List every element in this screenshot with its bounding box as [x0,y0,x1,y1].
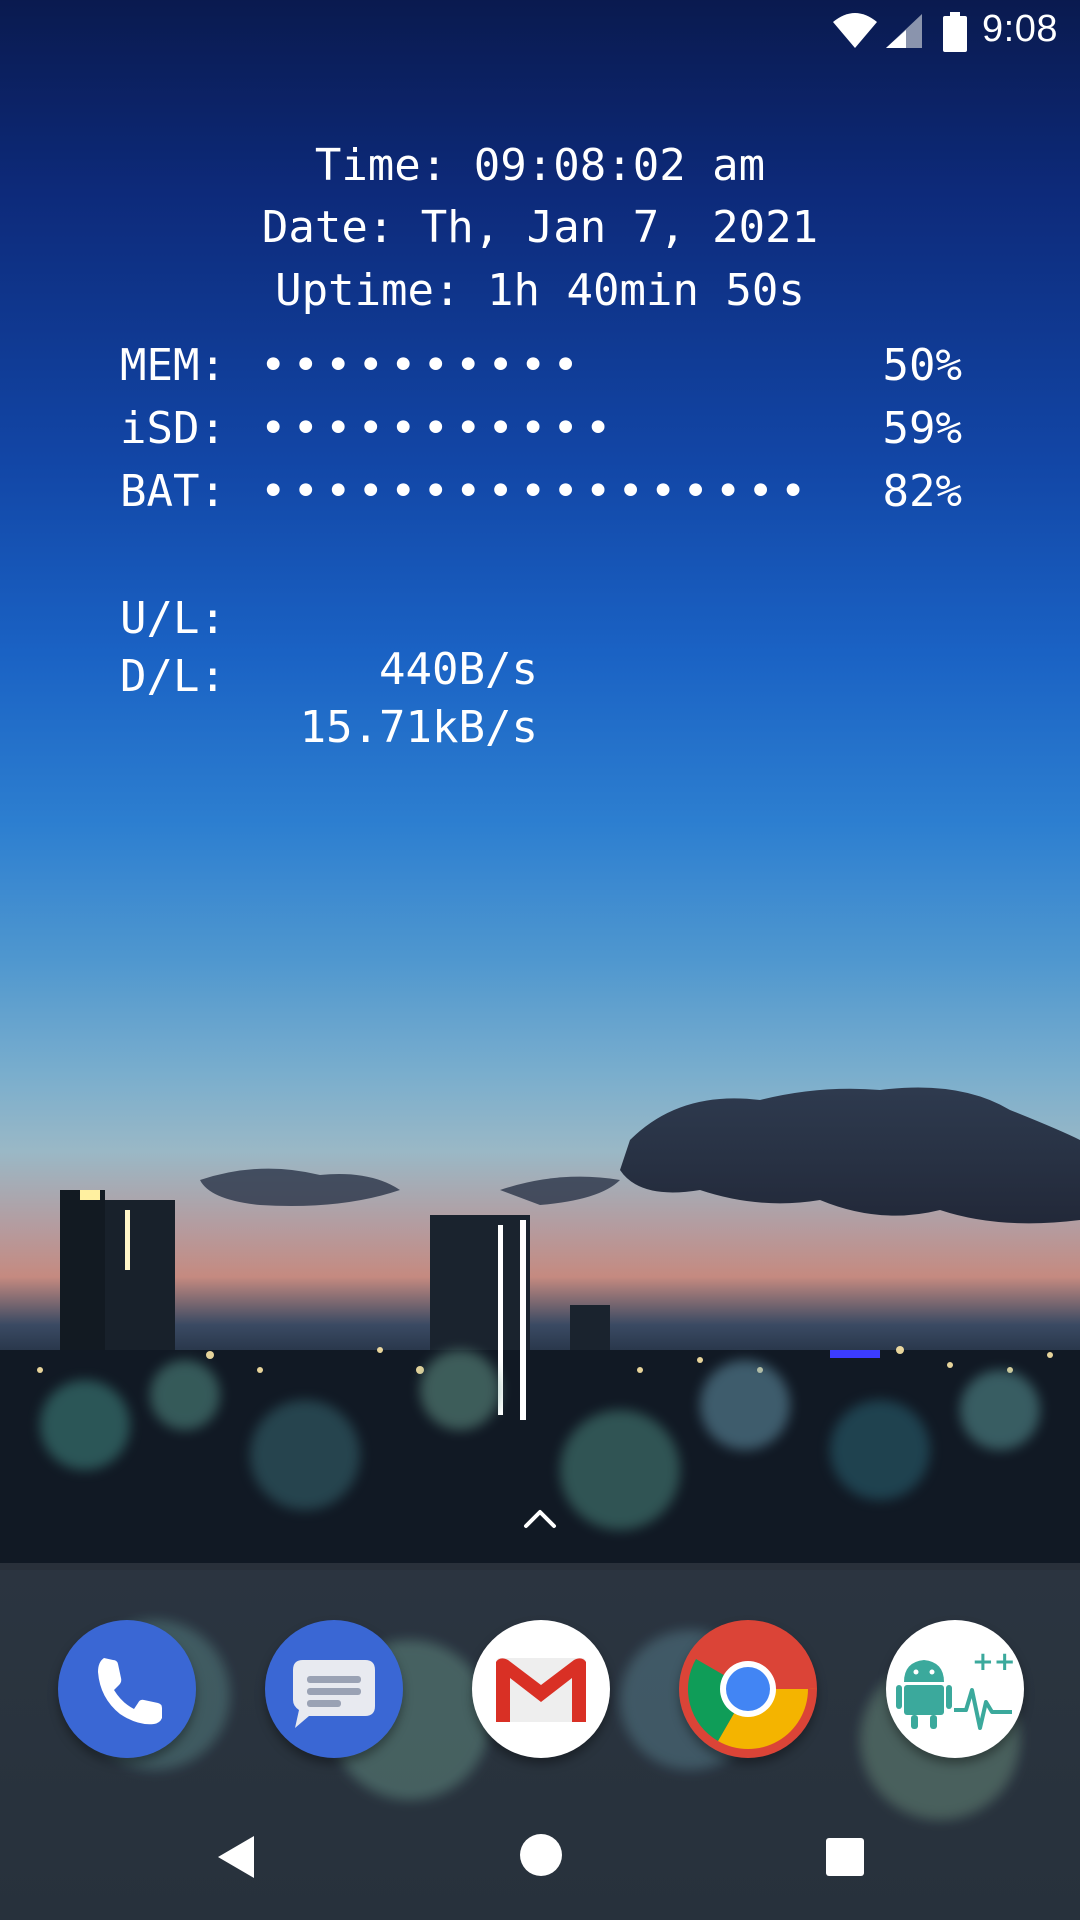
home-screen: 9:08 Time: 09:08:02 am Date: Th, Jan 7, … [0,0,1080,1920]
phone-app-icon[interactable] [58,1620,196,1758]
upload-row: U/L: 440B/s [120,542,620,695]
storage-percent: 59% [882,403,962,454]
wifi-icon [833,13,877,48]
time-readout: Time: 09:08:02 am [314,140,766,191]
system-monitor-app-icon[interactable]: ++ [886,1620,1024,1758]
storage-label: iSD: [120,403,226,454]
storage-bar: ••••••••••• [260,403,618,454]
chevron-up-icon[interactable] [520,1502,560,1532]
battery-bar: ••••••••••••••••• [260,466,813,517]
battery-percent: 82% [882,466,962,517]
back-button[interactable] [214,1832,258,1882]
messages-app-icon[interactable] [265,1620,403,1758]
battery-row: BAT: ••••••••••••••••• 82% [120,466,962,526]
uptime-readout: Uptime: 1h 40min 50s [275,265,805,316]
cellular-signal-icon [886,14,922,48]
recents-button[interactable] [824,1836,866,1878]
home-button[interactable] [518,1832,564,1878]
status-bar: 9:08 [0,0,1080,64]
download-row: D/L: 15.71kB/s [120,600,620,753]
svg-text:++: ++ [972,1647,1016,1677]
memory-row: MEM: •••••••••• 50% [120,340,962,400]
memory-bar: •••••••••• [260,340,585,391]
storage-row: iSD: ••••••••••• 59% [120,403,962,463]
memory-percent: 50% [882,340,962,391]
memory-label: MEM: [120,340,226,391]
date-readout: Date: Th, Jan 7, 2021 [261,202,819,253]
battery-label: BAT: [120,466,226,517]
download-rate: 15.71kB/s [299,702,538,753]
gmail-app-icon[interactable] [472,1620,610,1758]
battery-icon [943,12,967,52]
chrome-app-icon[interactable] [679,1620,817,1758]
status-time: 9:08 [982,8,1058,50]
download-label: D/L: [120,651,226,702]
